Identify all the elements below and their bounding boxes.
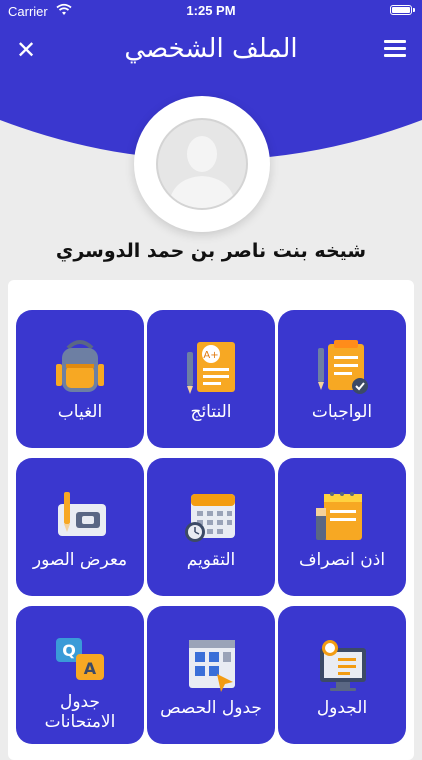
- tile-label: التقويم: [186, 550, 236, 570]
- avatar-placeholder-icon: [156, 118, 248, 210]
- tile-schedule[interactable]: الجدول: [278, 606, 406, 744]
- tile-homework[interactable]: الواجبات: [278, 310, 406, 448]
- homework-clipboard-icon: [318, 340, 368, 394]
- status-time: 1:25 PM: [186, 3, 236, 18]
- photo-gallery-icon: [58, 492, 106, 536]
- svg-text:Q: Q: [62, 641, 76, 660]
- schedule-monitor-icon: [320, 640, 366, 691]
- calendar-icon: [185, 494, 235, 542]
- tile-label: الواجبات: [311, 402, 373, 422]
- tile-results[interactable]: A+ النتائج: [147, 310, 275, 448]
- tile-exam-schedule[interactable]: Q A جدول الامتحانات: [16, 606, 144, 744]
- status-bar: Carrier 1:25 PM: [0, 0, 422, 22]
- tile-leave-permission[interactable]: اذن انصراف: [278, 458, 406, 596]
- tile-label: الغياب: [57, 402, 103, 422]
- class-timetable-icon: [189, 640, 235, 692]
- tile-label: اذن انصراف: [298, 550, 386, 570]
- svg-text:A+: A+: [203, 350, 218, 361]
- tile-label: الجدول: [316, 698, 368, 718]
- tile-label: جدول الامتحانات: [44, 692, 116, 732]
- tile-label: النتائج: [190, 402, 232, 422]
- menu-button[interactable]: [384, 40, 406, 58]
- tile-calendar[interactable]: التقويم: [147, 458, 275, 596]
- tile-photo-gallery[interactable]: معرض الصور: [16, 458, 144, 596]
- hamburger-menu-icon: [384, 40, 406, 43]
- tile-label: جدول الحصص: [160, 698, 262, 718]
- exam-qa-icon: Q A: [56, 638, 104, 680]
- avatar[interactable]: [134, 96, 270, 232]
- leave-permission-notepad-icon: [316, 492, 362, 540]
- battery-icon: [390, 5, 415, 15]
- svg-text:A: A: [84, 659, 97, 678]
- page-title: الملف الشخصي: [124, 34, 298, 64]
- absence-backpack-icon: [56, 340, 104, 392]
- tile-label: معرض الصور: [32, 550, 128, 570]
- tile-class-timetable[interactable]: جدول الحصص: [147, 606, 275, 744]
- services-panel: الواجبات A+ النتائج الغياب اذن انصراف ال…: [8, 280, 414, 760]
- tile-absence[interactable]: الغياب: [16, 310, 144, 448]
- results-grade-icon: A+: [187, 342, 235, 394]
- student-name: شيخه بنت ناصر بن حمد الدوسري: [55, 240, 367, 262]
